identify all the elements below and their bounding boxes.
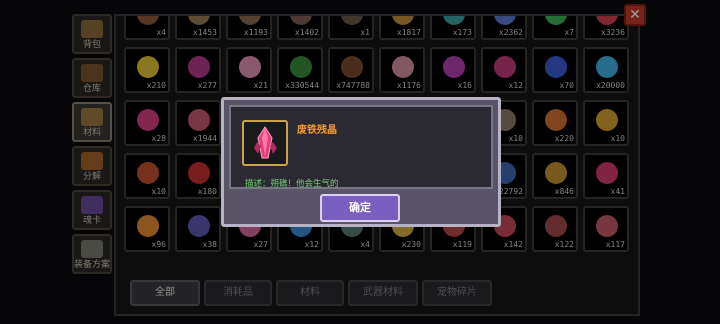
dialog-item-name: 废铁残晶 xyxy=(297,125,337,136)
confirm-button[interactable]: 确定 xyxy=(320,194,400,222)
dialog-item-description: 描述：朔礁！他会生气的 xyxy=(245,179,339,189)
dialog-item-slot xyxy=(242,120,288,166)
dialog-content: 废铁残晶 描述：朔礁！他会生气的 xyxy=(229,105,493,189)
item-detail-dialog: 废铁残晶 描述：朔礁！他会生气的 确定 xyxy=(221,97,501,227)
crystal-shard-icon xyxy=(254,126,277,159)
